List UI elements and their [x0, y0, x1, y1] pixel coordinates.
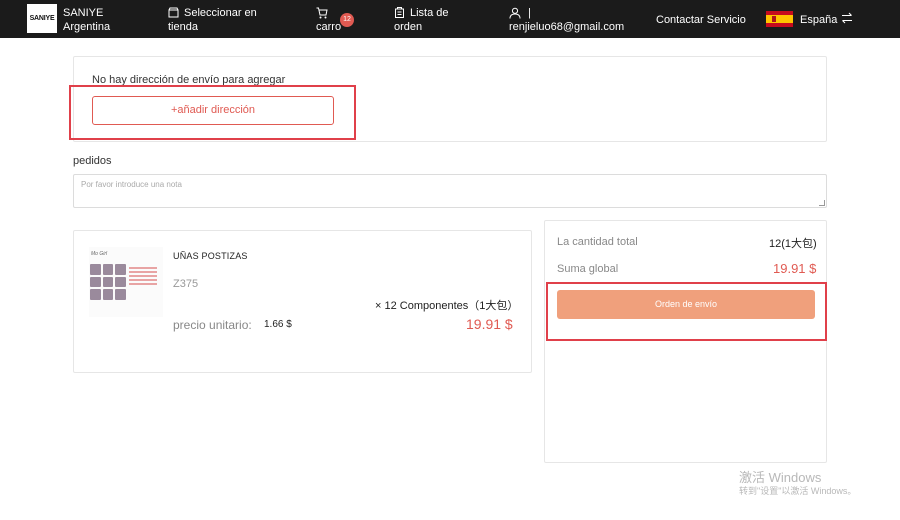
grand-total-label: Suma global: [557, 263, 619, 275]
user-account-link[interactable]: | renjieluo68@gmail.com: [509, 6, 624, 34]
order-notes-label: pedidos: [73, 155, 112, 167]
brand-name-line2: Argentina: [63, 21, 111, 33]
product-quantity: × 12 Componentes（1大包）: [375, 300, 519, 312]
order-list-label-line2: orden: [394, 21, 423, 33]
language-selector[interactable]: España: [800, 13, 837, 27]
product-code: Z375: [173, 278, 199, 290]
cart-link[interactable]: carro 12: [316, 6, 354, 34]
product-thumbnail[interactable]: Mo Girl: [89, 247, 163, 317]
highlight-box-add-address: [69, 85, 356, 140]
user-icon: [509, 7, 521, 19]
select-store-link[interactable]: Seleccionar en tienda: [168, 6, 257, 34]
product-name[interactable]: UÑAS POSTIZAS: [173, 251, 248, 261]
select-store-label-line2: tienda: [168, 21, 198, 33]
select-store-label-line1: Seleccionar en: [184, 7, 257, 19]
user-email: renjieluo68@gmail.com: [509, 21, 625, 33]
unit-price-label: precio unitario:: [173, 318, 252, 332]
thumbnail-brand-text: Mo Girl: [91, 251, 108, 257]
thumbnail-nail-swatches: [90, 264, 126, 300]
swap-icon[interactable]: [841, 12, 853, 24]
thumbnail-text-lines: [129, 267, 157, 289]
cart-count-badge: 12: [340, 13, 354, 27]
notes-resize-handle[interactable]: [819, 200, 825, 206]
user-separator: |: [528, 7, 531, 19]
order-list-link[interactable]: Lista de orden: [394, 6, 449, 34]
unit-price-value: 1.66 $: [264, 319, 292, 330]
brand-logo[interactable]: SANIYE: [27, 4, 57, 33]
brand-name-line1: SANIYE: [63, 7, 104, 19]
highlight-box-submit-order: [546, 282, 827, 341]
spain-flag-icon[interactable]: [766, 11, 793, 27]
product-total-price: 19.91 $: [466, 316, 513, 332]
windows-activation-subtitle: 转到"设置"以激活 Windows。: [739, 486, 857, 496]
total-quantity-value: 12(1大包): [769, 238, 817, 250]
brand-name[interactable]: SANIYE Argentina: [63, 6, 110, 34]
top-navigation-bar: SANIYE SANIYE Argentina Seleccionar en t…: [0, 0, 900, 38]
contact-service-link[interactable]: Contactar Servicio: [656, 13, 746, 27]
order-notes-input[interactable]: [73, 174, 827, 208]
cart-icon: [316, 7, 328, 19]
order-summary-panel: [544, 220, 827, 463]
store-icon: [168, 7, 179, 18]
orders-icon: [395, 7, 404, 18]
total-quantity-label: La cantidad total: [557, 236, 638, 248]
grand-total-value: 19.91 $: [773, 261, 817, 276]
cart-label: carro: [316, 21, 342, 33]
